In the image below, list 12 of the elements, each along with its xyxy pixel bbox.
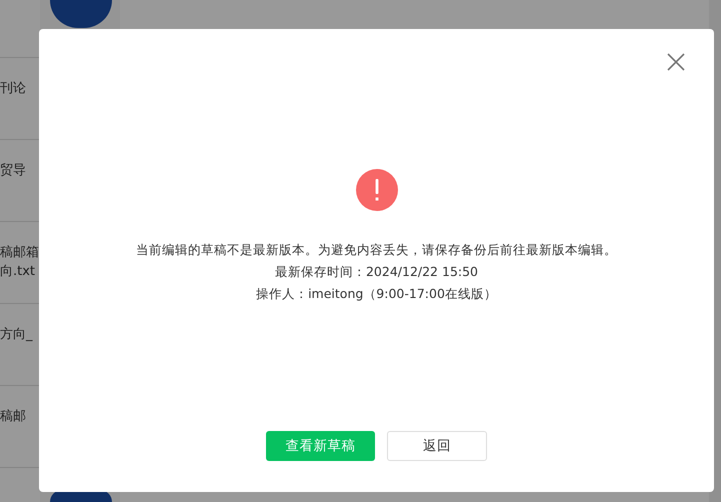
message-text: 操作人：imeitong（9:00-17:00在线版）: [256, 285, 497, 303]
message-text: 当前编辑的草稿不是最新版本。为避免内容丢失，请保存备份后前往最新版本编辑。: [136, 241, 617, 259]
file-name-text: 贸导: [0, 162, 27, 180]
back-button[interactable]: 返回: [387, 431, 487, 461]
file-name-text: 方向_: [0, 326, 34, 344]
warning-icon: [356, 169, 398, 211]
file-name-text: 向.txt: [0, 263, 36, 281]
file-name-text: 刊论: [0, 80, 27, 98]
close-icon[interactable]: [667, 53, 685, 71]
message-text: 最新保存时间：2024/12/22 15:50: [274, 263, 478, 281]
file-name-text: 稿邮箱: [0, 244, 40, 262]
file-name-text: 稿邮: [0, 408, 27, 426]
